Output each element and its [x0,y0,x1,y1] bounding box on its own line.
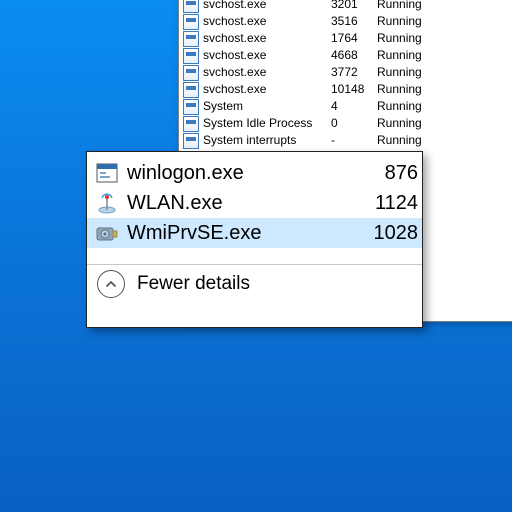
table-row[interactable]: svchost.exe 4668 Running [183,47,512,64]
list-item-wmiprvse[interactable]: WmiPrvSE.exe 1028 [87,218,422,248]
process-name: WLAN.exe [127,192,356,215]
table-row[interactable]: svchost.exe 10148 Running [183,81,512,98]
process-name: WmiPrvSE.exe [127,222,356,245]
process-pid: 4668 [331,47,377,64]
process-name: winlogon.exe [127,162,356,185]
exe-icon [183,82,199,98]
process-name: svchost.exe [203,81,331,98]
table-row[interactable]: svchost.exe 3516 Running [183,13,512,30]
process-pid: 1028 [356,222,422,245]
process-pid: - [331,132,377,149]
process-name: svchost.exe [203,0,331,13]
process-pid: 3772 [331,64,377,81]
process-pid: 10148 [331,81,377,98]
list-item-winlogon[interactable]: winlogon.exe 876 [87,158,422,188]
wireless-icon [95,191,119,215]
process-name: svchost.exe [203,64,331,81]
table-row[interactable]: svchost.exe 3201 Running [183,0,512,13]
process-status: Running [377,115,512,132]
table-row[interactable]: svchost.exe 3772 Running [183,64,512,81]
process-pid: 0 [331,115,377,132]
process-pid: 3516 [331,13,377,30]
exe-icon [183,65,199,81]
process-status: Running [377,30,512,47]
exe-icon [183,14,199,30]
process-status: Running [377,98,512,115]
exe-icon [183,31,199,47]
exe-icon [183,133,199,149]
process-name: System [203,98,331,115]
process-name: System Idle Process [203,115,331,132]
process-status: Running [377,47,512,64]
process-pid: 876 [356,162,422,185]
exe-icon [183,99,199,115]
process-pid: 1124 [356,192,422,215]
fewer-details-label: Fewer details [137,273,250,295]
process-name: svchost.exe [203,47,331,64]
table-row[interactable]: System 4 Running [183,98,512,115]
process-list: winlogon.exe 876 WLAN.exe 1124 [87,152,422,248]
process-name: System interrupts [203,132,331,149]
list-item-wlan[interactable]: WLAN.exe 1124 [87,188,422,218]
exe-icon [183,48,199,64]
camera-icon [95,221,119,245]
process-pid: 4 [331,98,377,115]
process-status: Running [377,132,512,149]
task-manager-simple-popup: winlogon.exe 876 WLAN.exe 1124 [86,151,423,328]
process-table: svchost.exe 3201 Running svchost.exe 351… [183,0,512,149]
process-pid: 1764 [331,30,377,47]
fewer-details-button[interactable]: Fewer details [87,265,422,303]
table-row[interactable]: System Idle Process 0 Running [183,115,512,132]
exe-icon [183,0,199,13]
app-window-icon [95,161,119,185]
chevron-up-icon [97,270,125,298]
table-row[interactable]: svchost.exe 1764 Running [183,30,512,47]
process-status: Running [377,81,512,98]
table-row[interactable]: System interrupts - Running [183,132,512,149]
process-name: svchost.exe [203,13,331,30]
process-status: Running [377,13,512,30]
process-status: Running [377,64,512,81]
process-name: svchost.exe [203,30,331,47]
process-pid: 3201 [331,0,377,13]
process-status: Running [377,0,512,13]
exe-icon [183,116,199,132]
